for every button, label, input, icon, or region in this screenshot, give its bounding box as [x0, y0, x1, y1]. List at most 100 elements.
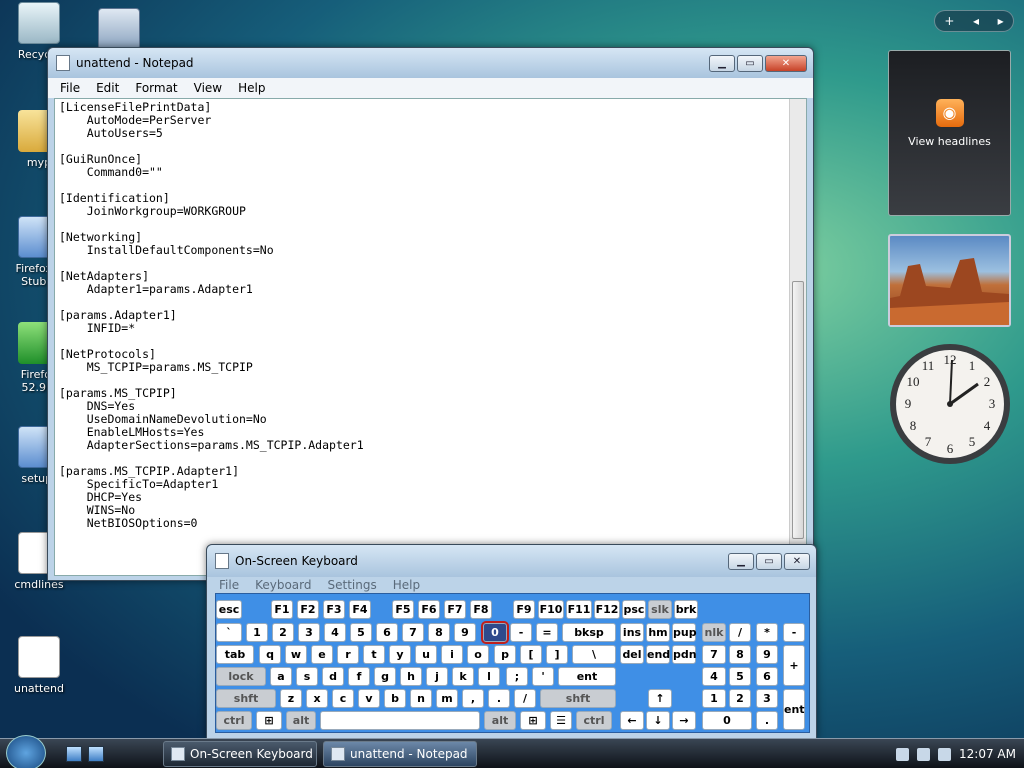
- key-n[interactable]: n: [410, 689, 432, 708]
- key-=[interactable]: =: [536, 623, 558, 642]
- key-psc[interactable]: psc: [622, 600, 646, 619]
- menu-format[interactable]: Format: [127, 81, 185, 95]
- next-page-button[interactable]: ▸: [998, 14, 1004, 28]
- key-nlk[interactable]: nlk: [702, 623, 726, 642]
- key-6[interactable]: 6: [376, 623, 398, 642]
- key-F12[interactable]: F12: [594, 600, 620, 619]
- key-1[interactable]: 1: [702, 689, 726, 708]
- key-\[interactable]: \: [572, 645, 616, 664]
- key-3[interactable]: 3: [756, 689, 778, 708]
- key-del[interactable]: del: [620, 645, 644, 664]
- menu-keyboard[interactable]: Keyboard: [247, 578, 319, 592]
- previous-page-button[interactable]: ◂: [973, 14, 979, 28]
- feed-headlines-gadget[interactable]: ◉ View headlines: [888, 50, 1011, 216]
- osk-titlebar[interactable]: On-Screen Keyboard ▁ ▭ ✕: [207, 545, 816, 577]
- maximize-button[interactable]: ▭: [737, 54, 763, 72]
- key-8[interactable]: 8: [428, 623, 450, 642]
- key-`[interactable]: `: [216, 623, 242, 642]
- menu-file[interactable]: File: [211, 578, 247, 592]
- vertical-scrollbar[interactable]: [789, 99, 806, 575]
- key-0[interactable]: 0: [702, 711, 752, 730]
- key-ctrl[interactable]: ctrl: [576, 711, 612, 730]
- context-menu-icon[interactable]: ☰: [550, 711, 572, 730]
- start-button[interactable]: [6, 735, 46, 768]
- taskbar-button-osk[interactable]: On-Screen Keyboard: [163, 741, 317, 767]
- key-space[interactable]: [320, 711, 480, 730]
- menu-view[interactable]: View: [186, 81, 230, 95]
- key-F6[interactable]: F6: [418, 600, 440, 619]
- key-esc[interactable]: esc: [216, 600, 242, 619]
- key-F2[interactable]: F2: [297, 600, 319, 619]
- key-9[interactable]: 9: [756, 645, 778, 664]
- security-shield-icon[interactable]: [896, 747, 910, 761]
- document-text[interactable]: [LicenseFilePrintData] AutoMode=PerServe…: [55, 99, 806, 532]
- key-brk[interactable]: brk: [674, 600, 698, 619]
- key-2[interactable]: 2: [272, 623, 294, 642]
- key-y[interactable]: y: [389, 645, 411, 664]
- network-icon[interactable]: [917, 747, 931, 761]
- key-↑[interactable]: ↑: [648, 689, 672, 708]
- menu-help[interactable]: Help: [230, 81, 273, 95]
- key-g[interactable]: g: [374, 667, 396, 686]
- clock[interactable]: 12:07 AM: [959, 747, 1016, 761]
- key-pdn[interactable]: pdn: [672, 645, 697, 664]
- maximize-button[interactable]: ▭: [756, 552, 782, 570]
- key-shft[interactable]: shft: [216, 689, 276, 708]
- key-F8[interactable]: F8: [470, 600, 492, 619]
- key--[interactable]: -: [510, 623, 532, 642]
- key-w[interactable]: w: [285, 645, 307, 664]
- taskbar-button-notepad[interactable]: unattend - Notepad: [323, 741, 477, 767]
- key-k[interactable]: k: [452, 667, 474, 686]
- key-+[interactable]: +: [783, 645, 805, 686]
- minimize-button[interactable]: ▁: [728, 552, 754, 570]
- key-o[interactable]: o: [467, 645, 489, 664]
- key-ctrl[interactable]: ctrl: [216, 711, 252, 730]
- key-5[interactable]: 5: [729, 667, 751, 686]
- key-bksp[interactable]: bksp: [562, 623, 616, 642]
- menu-file[interactable]: File: [52, 81, 88, 95]
- switch-windows-icon[interactable]: [88, 746, 104, 762]
- key-*[interactable]: *: [756, 623, 778, 642]
- key-F10[interactable]: F10: [538, 600, 564, 619]
- key-.[interactable]: .: [488, 689, 510, 708]
- key-c[interactable]: c: [332, 689, 354, 708]
- key-ent[interactable]: ent: [558, 667, 616, 686]
- clock-gadget[interactable]: 12 1 2 345 678 9 10 11: [886, 340, 1014, 468]
- key-alt[interactable]: alt: [286, 711, 316, 730]
- key-5[interactable]: 5: [350, 623, 372, 642]
- key-a[interactable]: a: [270, 667, 292, 686]
- key-↓[interactable]: ↓: [646, 711, 670, 730]
- key-F5[interactable]: F5: [392, 600, 414, 619]
- key-4[interactable]: 4: [702, 667, 726, 686]
- minimize-button[interactable]: ▁: [709, 54, 735, 72]
- key-shft[interactable]: shft: [540, 689, 616, 708]
- volume-icon[interactable]: [938, 747, 952, 761]
- key-4[interactable]: 4: [324, 623, 346, 642]
- text-editor-area[interactable]: [LicenseFilePrintData] AutoMode=PerServe…: [54, 98, 807, 576]
- key-p[interactable]: p: [494, 645, 516, 664]
- close-button[interactable]: ✕: [784, 552, 810, 570]
- key-9[interactable]: 9: [454, 623, 476, 642]
- windows-logo-icon[interactable]: ⊞: [256, 711, 282, 730]
- notepad-titlebar[interactable]: unattend - Notepad ▁ ▭ ✕: [48, 48, 813, 78]
- key-[[interactable]: [: [520, 645, 542, 664]
- key-m[interactable]: m: [436, 689, 458, 708]
- key-F4[interactable]: F4: [349, 600, 371, 619]
- key-0[interactable]: 0: [481, 621, 509, 644]
- key-/[interactable]: /: [514, 689, 536, 708]
- key-7[interactable]: 7: [402, 623, 424, 642]
- scrollbar-thumb[interactable]: [792, 281, 804, 539]
- key-2[interactable]: 2: [729, 689, 751, 708]
- key-b[interactable]: b: [384, 689, 406, 708]
- key-tab[interactable]: tab: [216, 645, 254, 664]
- key-ent[interactable]: ent: [783, 689, 805, 730]
- key-u[interactable]: u: [415, 645, 437, 664]
- key-slk[interactable]: slk: [648, 600, 672, 619]
- key-t[interactable]: t: [363, 645, 385, 664]
- key-'[interactable]: ': [532, 667, 554, 686]
- key-F3[interactable]: F3: [323, 600, 345, 619]
- key-d[interactable]: d: [322, 667, 344, 686]
- key-lock[interactable]: lock: [216, 667, 266, 686]
- key-;[interactable]: ;: [506, 667, 528, 686]
- key-end[interactable]: end: [646, 645, 670, 664]
